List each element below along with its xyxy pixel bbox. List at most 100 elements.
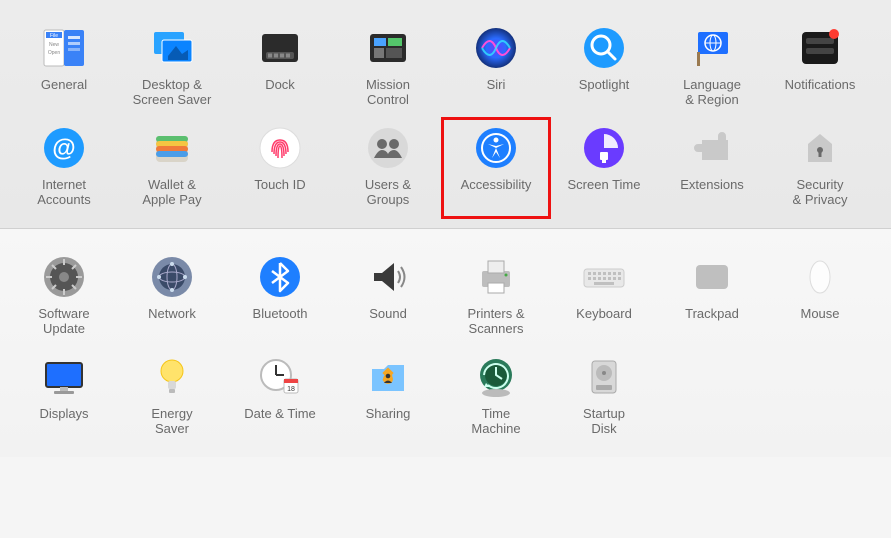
pref-network[interactable]: Network	[118, 247, 226, 347]
pref-label: Screen Time	[552, 178, 656, 193]
screen-time-icon	[580, 124, 628, 172]
language-icon	[688, 24, 736, 72]
pref-time-machine[interactable]: Time Machine	[442, 347, 550, 447]
internet-accounts-icon: @	[40, 124, 88, 172]
pref-label: Keyboard	[552, 307, 656, 322]
touch-id-icon	[256, 124, 304, 172]
pref-label: Extensions	[660, 178, 764, 193]
mouse-icon	[796, 253, 844, 301]
pref-label: Spotlight	[552, 78, 656, 93]
desktop-icon	[148, 24, 196, 72]
startup-disk-icon	[580, 353, 628, 401]
pref-siri[interactable]: Siri	[442, 18, 550, 118]
pref-label: Energy Saver	[120, 407, 224, 437]
pref-label: Startup Disk	[552, 407, 656, 437]
pref-date-time[interactable]: 18 Date & Time	[226, 347, 334, 447]
row: Software Update Network	[10, 247, 881, 347]
svg-text:Open: Open	[48, 50, 60, 56]
pref-label: Displays	[12, 407, 116, 422]
pref-screen-time[interactable]: Screen Time	[550, 118, 658, 218]
printers-icon	[472, 253, 520, 301]
time-machine-icon	[472, 353, 520, 401]
pref-label: Accessibility	[444, 178, 548, 193]
row: Displays Energy Saver	[10, 347, 881, 447]
pref-label: Internet Accounts	[12, 178, 116, 208]
svg-text:File: File	[50, 33, 58, 39]
pref-label: Printers & Scanners	[444, 307, 548, 337]
pref-label: Network	[120, 307, 224, 322]
row: @ Internet Accounts Wallet & Apple Pay	[10, 118, 881, 218]
pref-touch-id[interactable]: Touch ID	[226, 118, 334, 218]
pref-dock[interactable]: Dock	[226, 18, 334, 118]
svg-text:New: New	[49, 42, 59, 48]
energy-saver-icon	[148, 353, 196, 401]
wallet-icon	[148, 124, 196, 172]
pref-label: Date & Time	[228, 407, 332, 422]
pref-displays[interactable]: Displays	[10, 347, 118, 447]
section-personal: File New Open General	[0, 0, 891, 229]
preferences-panel: File New Open General	[0, 0, 891, 457]
pref-label: Sound	[336, 307, 440, 322]
pref-label: Trackpad	[660, 307, 764, 322]
pref-software-update[interactable]: Software Update	[10, 247, 118, 347]
pref-users-groups[interactable]: Users & Groups	[334, 118, 442, 218]
pref-label: General	[12, 78, 116, 93]
pref-sharing[interactable]: Sharing	[334, 347, 442, 447]
dock-icon	[256, 24, 304, 72]
software-update-icon	[40, 253, 88, 301]
pref-label: Touch ID	[228, 178, 332, 193]
pref-wallet-applepay[interactable]: Wallet & Apple Pay	[118, 118, 226, 218]
keyboard-icon	[580, 253, 628, 301]
pref-label: Notifications	[768, 78, 872, 93]
pref-startup-disk[interactable]: Startup Disk	[550, 347, 658, 447]
pref-label: Desktop & Screen Saver	[120, 78, 224, 108]
pref-label: Security & Privacy	[768, 178, 872, 208]
pref-spotlight[interactable]: Spotlight	[550, 18, 658, 118]
pref-label: Time Machine	[444, 407, 548, 437]
pref-energy-saver[interactable]: Energy Saver	[118, 347, 226, 447]
row: File New Open General	[10, 18, 881, 118]
pref-notifications[interactable]: Notifications	[766, 18, 874, 118]
svg-text:18: 18	[287, 386, 295, 393]
pref-general[interactable]: File New Open General	[10, 18, 118, 118]
pref-security-privacy[interactable]: Security & Privacy	[766, 118, 874, 218]
pref-sound[interactable]: Sound	[334, 247, 442, 347]
network-icon	[148, 253, 196, 301]
svg-text:@: @	[52, 135, 75, 162]
pref-label: Users & Groups	[336, 178, 440, 208]
pref-printers-scanners[interactable]: Printers & Scanners	[442, 247, 550, 347]
pref-label: Software Update	[12, 307, 116, 337]
trackpad-icon	[688, 253, 736, 301]
pref-label: Language & Region	[660, 78, 764, 108]
accessibility-icon	[472, 124, 520, 172]
pref-label: Sharing	[336, 407, 440, 422]
pref-label: Wallet & Apple Pay	[120, 178, 224, 208]
pref-extensions[interactable]: Extensions	[658, 118, 766, 218]
date-time-icon: 18	[256, 353, 304, 401]
users-groups-icon	[364, 124, 412, 172]
pref-bluetooth[interactable]: Bluetooth	[226, 247, 334, 347]
pref-keyboard[interactable]: Keyboard	[550, 247, 658, 347]
notifications-icon	[796, 24, 844, 72]
pref-language-region[interactable]: Language & Region	[658, 18, 766, 118]
pref-mission-control[interactable]: Mission Control	[334, 18, 442, 118]
section-hardware: Software Update Network	[0, 229, 891, 457]
security-icon	[796, 124, 844, 172]
general-icon: File New Open	[40, 24, 88, 72]
pref-label: Siri	[444, 78, 548, 93]
pref-mouse[interactable]: Mouse	[766, 247, 874, 347]
pref-accessibility[interactable]: Accessibility	[442, 118, 550, 218]
sound-icon	[364, 253, 412, 301]
displays-icon	[40, 353, 88, 401]
siri-icon	[472, 24, 520, 72]
spotlight-icon	[580, 24, 628, 72]
bluetooth-icon	[256, 253, 304, 301]
sharing-icon	[364, 353, 412, 401]
mission-control-icon	[364, 24, 412, 72]
extensions-icon	[688, 124, 736, 172]
pref-label: Bluetooth	[228, 307, 332, 322]
pref-internet-accounts[interactable]: @ Internet Accounts	[10, 118, 118, 218]
pref-trackpad[interactable]: Trackpad	[658, 247, 766, 347]
pref-desktop-screensaver[interactable]: Desktop & Screen Saver	[118, 18, 226, 118]
pref-label: Mouse	[768, 307, 872, 322]
